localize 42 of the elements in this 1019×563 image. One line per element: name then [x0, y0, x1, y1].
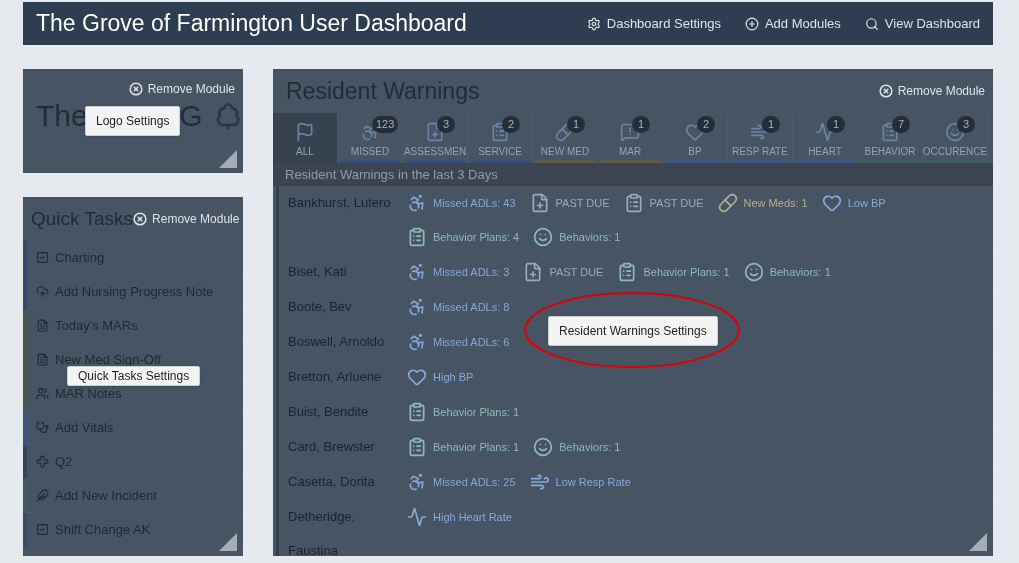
count-badge: 1	[567, 116, 585, 133]
count-badge: 1	[827, 116, 845, 133]
warning-tab[interactable]: ALL	[273, 113, 338, 163]
warning-item[interactable]: Missed ADLs: 25	[407, 465, 516, 499]
warning-item[interactable]: Low Resp Rate	[529, 465, 631, 499]
dashboard-title: The Grove of Farmington User Dashboard	[36, 9, 467, 39]
count-badge: 7	[892, 116, 910, 133]
count-badge: 123	[372, 116, 399, 133]
settings-button[interactable]: Quick Tasks Settings	[67, 366, 201, 386]
settings-button[interactable]: Resident Warnings Settings	[548, 316, 718, 346]
count-badge: 3	[957, 116, 975, 133]
settings-button[interactable]: Logo Settings	[85, 106, 181, 136]
header-link[interactable]: Dashboard Settings	[586, 13, 721, 34]
warning-item[interactable]: Behaviors: 1	[533, 430, 621, 464]
warning-item[interactable]: Behavior Plans: 1	[617, 255, 730, 289]
warning-item[interactable]: Behaviors: 1	[533, 220, 621, 254]
warning-item[interactable]: PAST DUE	[623, 186, 704, 220]
count-badge: 1	[762, 116, 780, 133]
warning-item[interactable]: Missed ADLs: 6	[407, 325, 510, 359]
warning-item[interactable]: Behavior Plans: 4	[407, 220, 520, 254]
count-badge: 1	[632, 116, 650, 133]
warning-item[interactable]: Missed ADLs: 43	[407, 186, 516, 220]
count-badge: 3	[437, 116, 455, 133]
header-link[interactable]: View Dashboard	[864, 13, 980, 34]
remove-module-button[interactable]: Remove Module	[128, 80, 235, 98]
warning-item[interactable]: Behavior Plans: 1	[407, 395, 520, 429]
warning-item[interactable]: New Meds: 1	[717, 186, 808, 220]
warning-item[interactable]: PAST DUE	[529, 186, 610, 220]
warning-item[interactable]: High BP	[407, 360, 474, 394]
count-badge: 2	[697, 116, 715, 133]
header-link[interactable]: Add Modules	[744, 13, 841, 34]
warning-item[interactable]: Missed ADLs: 8	[407, 290, 510, 324]
warning-item[interactable]: Low BP	[821, 186, 886, 220]
remove-module-button[interactable]: Remove Module	[878, 82, 985, 100]
remove-module-button[interactable]: Remove Module	[133, 210, 240, 228]
count-badge: 2	[502, 116, 520, 133]
warning-item[interactable]: Missed ADLs: 3	[407, 255, 510, 289]
warning-item[interactable]: Behavior Plans: 1	[407, 430, 520, 464]
warning-item[interactable]: Behaviors: 1	[743, 255, 831, 289]
warning-item[interactable]: PAST DUE	[523, 255, 604, 289]
warning-item[interactable]: High Heart Rate	[407, 500, 512, 534]
section-header: Resident Warnings in the last 3 Days	[273, 163, 993, 186]
